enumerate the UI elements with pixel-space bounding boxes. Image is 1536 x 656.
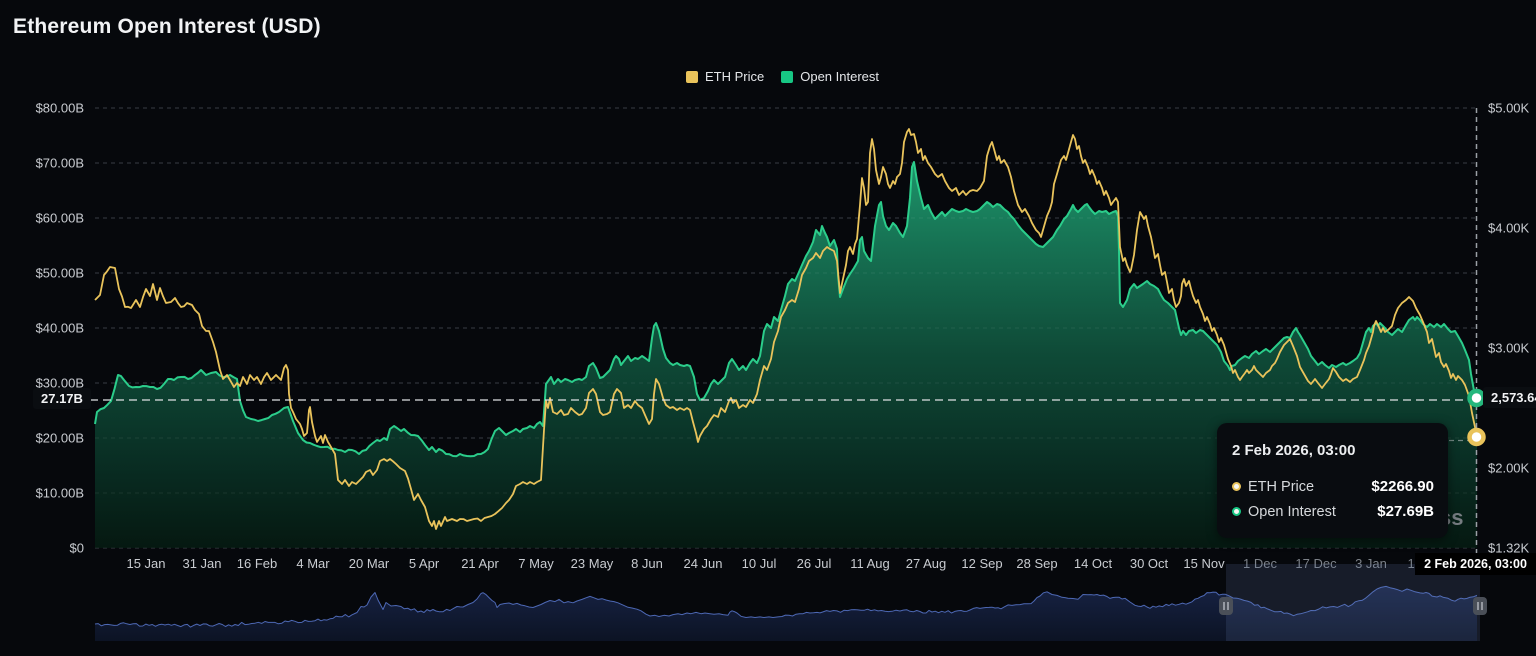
svg-text:5 Apr: 5 Apr bbox=[409, 556, 440, 571]
svg-text:$3.00K: $3.00K bbox=[1488, 341, 1530, 356]
svg-text:21 Apr: 21 Apr bbox=[461, 556, 499, 571]
svg-text:$60.00B: $60.00B bbox=[36, 211, 84, 226]
svg-text:$10.00B: $10.00B bbox=[36, 486, 84, 501]
svg-text:30 Oct: 30 Oct bbox=[1130, 556, 1169, 571]
svg-text:15 Jan: 15 Jan bbox=[126, 556, 165, 571]
svg-text:$70.00B: $70.00B bbox=[36, 156, 84, 171]
svg-text:$5.00K: $5.00K bbox=[1488, 101, 1530, 116]
svg-text:4 Mar: 4 Mar bbox=[296, 556, 330, 571]
svg-text:26 Jul: 26 Jul bbox=[797, 556, 832, 571]
svg-text:27 Aug: 27 Aug bbox=[906, 556, 947, 571]
svg-text:$80.00B: $80.00B bbox=[36, 101, 84, 116]
svg-text:$2.00K: $2.00K bbox=[1488, 461, 1530, 476]
svg-text:20 Mar: 20 Mar bbox=[349, 556, 390, 571]
svg-text:10 Jul: 10 Jul bbox=[742, 556, 777, 571]
svg-text:23 May: 23 May bbox=[571, 556, 614, 571]
svg-text:28 Sep: 28 Sep bbox=[1016, 556, 1057, 571]
svg-text:14 Oct: 14 Oct bbox=[1074, 556, 1113, 571]
svg-text:$40.00B: $40.00B bbox=[36, 321, 84, 336]
svg-text:8 Jun: 8 Jun bbox=[631, 556, 663, 571]
svg-text:$20.00B: $20.00B bbox=[36, 431, 84, 446]
svg-text:7 May: 7 May bbox=[518, 556, 554, 571]
svg-text:16 Feb: 16 Feb bbox=[237, 556, 277, 571]
svg-text:15 Nov: 15 Nov bbox=[1183, 556, 1225, 571]
svg-text:12 Sep: 12 Sep bbox=[961, 556, 1002, 571]
svg-text:11 Aug: 11 Aug bbox=[850, 556, 890, 571]
svg-text:24 Jun: 24 Jun bbox=[683, 556, 722, 571]
svg-text:31 Jan: 31 Jan bbox=[182, 556, 221, 571]
svg-text:$50.00B: $50.00B bbox=[36, 266, 84, 281]
svg-text:$0: $0 bbox=[70, 541, 84, 556]
svg-text:$4.00K: $4.00K bbox=[1488, 221, 1530, 236]
